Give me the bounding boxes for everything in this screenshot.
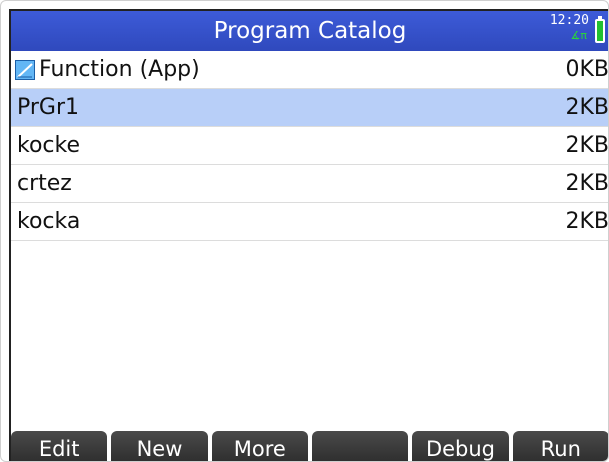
angle-mode-indicator: ∡π [570, 29, 587, 42]
program-row-kocka[interactable]: kocka 2KB [11, 203, 609, 241]
battery-icon [595, 16, 605, 43]
edit-button[interactable]: Edit [11, 431, 108, 461]
program-name: kocka [17, 209, 81, 234]
run-button[interactable]: Run [512, 431, 608, 461]
program-size: 2KB [565, 95, 609, 120]
program-row-function-app[interactable]: Function (App) 0KB [11, 51, 609, 89]
program-name: Function (App) [39, 57, 200, 82]
calculator-screen: Program Catalog 12:20 ∡π Function (App) … [9, 9, 609, 461]
program-row-crtez[interactable]: crtez 2KB [11, 165, 609, 203]
page-title: Program Catalog [213, 18, 407, 44]
more-button[interactable]: More [211, 431, 308, 461]
softkey-menu: Edit New More Debug Run [11, 431, 608, 461]
debug-button[interactable]: Debug [412, 431, 509, 461]
function-app-icon [15, 60, 35, 80]
program-name: kocke [17, 133, 81, 158]
program-row-kocke[interactable]: kocke 2KB [11, 127, 609, 165]
program-row-prgr1[interactable]: PrGr1 2KB [11, 89, 609, 127]
calculator-frame: Program Catalog 12:20 ∡π Function (App) … [0, 0, 609, 462]
program-list: Function (App) 0KB PrGr1 2KB kocke 2KB c… [11, 51, 609, 241]
program-size: 0KB [565, 57, 609, 82]
program-size: 2KB [565, 209, 609, 234]
clock: 12:20 [549, 13, 589, 28]
empty-softkey[interactable] [311, 431, 409, 461]
new-button[interactable]: New [111, 431, 208, 461]
program-name: PrGr1 [17, 95, 80, 120]
program-size: 2KB [565, 133, 609, 158]
program-size: 2KB [565, 171, 609, 196]
title-bar: Program Catalog 12:20 ∡π [11, 11, 608, 51]
program-name: crtez [17, 171, 72, 196]
